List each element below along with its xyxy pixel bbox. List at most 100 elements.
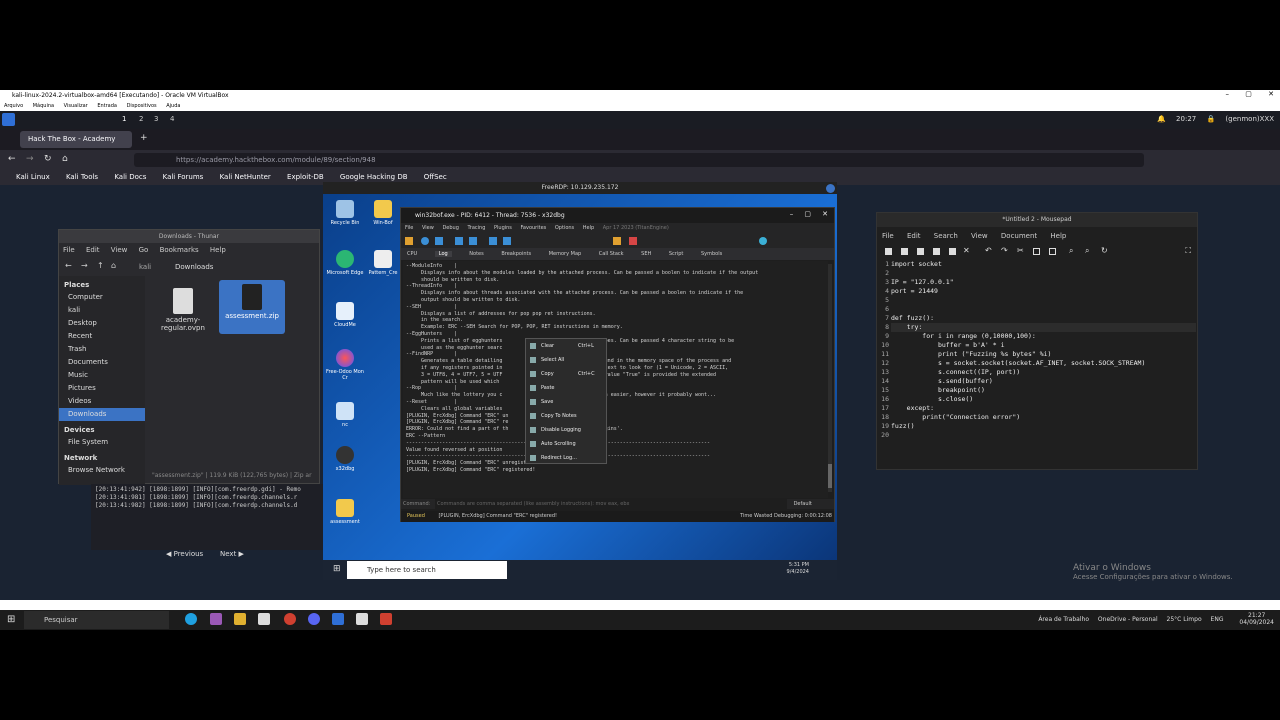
fullscreen-icon[interactable]: ⛶ (1185, 246, 1191, 256)
vbox-menu-item[interactable]: Dispositivos (127, 103, 157, 109)
windows-start-icon[interactable]: ⊞ (7, 614, 15, 625)
help-icon[interactable] (759, 237, 767, 245)
store-icon[interactable] (258, 613, 270, 625)
place-item[interactable]: Pictures (59, 382, 145, 395)
context-menu-item[interactable]: Copy Ctrl+C (526, 367, 606, 381)
bookmark-item[interactable]: Kali NetHunter (220, 173, 271, 181)
undo-icon[interactable]: ↶ (985, 246, 992, 255)
close-doc-icon[interactable]: ✕ (963, 246, 970, 255)
breakpoint-icon[interactable] (629, 237, 637, 245)
tab-call-stack[interactable]: Call Stack (599, 251, 624, 257)
up-icon[interactable]: ↑ (97, 261, 104, 270)
close-icon[interactable] (826, 184, 835, 193)
taskbar-search[interactable]: Pesquisar (24, 611, 169, 629)
place-item[interactable]: Videos (59, 395, 145, 408)
place-item[interactable]: Trash (59, 343, 145, 356)
virtualbox-icon[interactable] (332, 613, 344, 625)
desktop-icon[interactable]: Microsoft Edge (325, 250, 365, 276)
file-explorer-icon[interactable] (234, 613, 246, 625)
mp-menu-item[interactable]: File (882, 232, 894, 240)
context-menu-item[interactable]: Clear Ctrl+L (526, 339, 606, 353)
context-menu-item[interactable]: Select All (526, 353, 606, 367)
goto-icon[interactable]: ↻ (1101, 246, 1108, 255)
run-icon[interactable] (455, 237, 463, 245)
vbox-menu-item[interactable]: Entrada (97, 103, 117, 109)
mp-menu-item[interactable]: View (971, 232, 988, 240)
forward-icon[interactable]: → (81, 261, 88, 270)
vbox-menu-item[interactable]: Arquivo (4, 103, 23, 109)
url-bar[interactable]: https://academy.hackthebox.com/module/89… (134, 153, 1144, 167)
desktop-icon[interactable]: CloudMe (325, 302, 365, 328)
log-view[interactable]: --ModuleInfo | Displays info about the m… (403, 261, 828, 498)
desktop-icon[interactable]: Pattern_Cre (363, 250, 403, 276)
command-input[interactable]: Commands are comma separated (like assem… (434, 499, 787, 509)
thunar-menu-item[interactable]: Edit (86, 246, 100, 254)
dbg-menu-item[interactable]: Options (555, 225, 574, 231)
find-replace-icon[interactable]: ⌕ (1085, 246, 1089, 256)
place-item[interactable]: Music (59, 369, 145, 382)
context-menu-item[interactable]: Copy To Notes (526, 409, 606, 423)
mp-menu-item[interactable]: Help (1050, 232, 1066, 240)
next-button[interactable]: Next ▶ (220, 550, 244, 558)
bookmark-item[interactable]: Google Hacking DB (340, 173, 408, 181)
discord-icon[interactable] (308, 613, 320, 625)
file-item-selected[interactable]: assessment.zip (219, 280, 285, 334)
previous-button[interactable]: ◀ Previous (166, 550, 203, 558)
mp-menu-item[interactable]: Search (934, 232, 958, 240)
dbg-menu-item[interactable]: Help (583, 225, 594, 231)
bookmark-item[interactable]: Kali Linux (16, 173, 50, 181)
kali-menu-icon[interactable] (2, 113, 15, 126)
tab-log[interactable]: Log (434, 251, 452, 257)
close-icon[interactable]: ✕ (1268, 90, 1274, 98)
print-icon[interactable] (949, 248, 956, 255)
lang-label[interactable]: ENG (1211, 616, 1224, 623)
tab-notes[interactable]: Notes (469, 251, 483, 257)
copy-icon[interactable] (1033, 248, 1040, 255)
figma-icon[interactable] (210, 613, 222, 625)
path-kali[interactable]: kali (139, 263, 151, 271)
minimize-icon[interactable]: – (790, 210, 794, 218)
context-menu-item[interactable]: Auto Scrolling (526, 437, 606, 451)
place-item[interactable]: Documents (59, 356, 145, 369)
tab-seh[interactable]: SEH (641, 251, 651, 257)
bookmark-item[interactable]: OffSec (424, 173, 447, 181)
desktop-icon[interactable]: x32dbg (325, 446, 365, 472)
workspace-1[interactable]: 1 (122, 115, 126, 123)
bookmark-item[interactable]: Kali Docs (114, 173, 146, 181)
place-item[interactable]: Desktop (59, 317, 145, 330)
search-icon[interactable]: ⌕ (1069, 246, 1073, 256)
thunar-menu-item[interactable]: Help (210, 246, 226, 254)
reload-icon[interactable]: ↻ (44, 154, 52, 164)
restart-icon[interactable] (421, 237, 429, 245)
desktop-icon[interactable]: nc (325, 402, 365, 428)
place-item-selected[interactable]: Downloads (59, 408, 145, 421)
recording-icon[interactable] (380, 613, 392, 625)
workspace-2[interactable]: 2 (139, 115, 143, 123)
thunar-menu-item[interactable]: Bookmarks (160, 246, 199, 254)
workspace-3[interactable]: 3 (154, 115, 158, 123)
place-item[interactable]: kali (59, 304, 145, 317)
vm-search-box[interactable]: Type here to search (347, 561, 507, 579)
home-icon[interactable]: ⌂ (62, 154, 68, 164)
network-item[interactable]: Browse Network (59, 464, 145, 477)
paste-icon[interactable] (1049, 248, 1056, 255)
opera-icon[interactable] (284, 613, 296, 625)
dbg-menu-item[interactable]: View (422, 225, 434, 231)
bookmark-item[interactable]: Kali Tools (66, 173, 98, 181)
forward-icon[interactable]: → (26, 154, 34, 164)
maximize-icon[interactable]: ▢ (804, 210, 811, 218)
context-menu-item[interactable]: Paste (526, 381, 606, 395)
tab-script[interactable]: Script (669, 251, 684, 257)
edge-icon[interactable] (185, 613, 197, 625)
open-file-icon[interactable] (901, 248, 908, 255)
save-icon[interactable] (917, 248, 924, 255)
scroll-thumb[interactable] (828, 464, 832, 488)
dbg-menu-item[interactable]: Tracing (467, 225, 485, 231)
place-item[interactable]: Computer (59, 291, 145, 304)
stop-icon[interactable] (435, 237, 443, 245)
context-menu-item[interactable]: Redirect Log... (526, 451, 606, 465)
context-menu-item[interactable]: Save (526, 395, 606, 409)
workspace-4[interactable]: 4 (170, 115, 174, 123)
dbg-menu-item[interactable]: Favourites (521, 225, 547, 231)
code-editor[interactable]: import socket IP = "127.0.0.1" port = 21… (891, 260, 1196, 470)
